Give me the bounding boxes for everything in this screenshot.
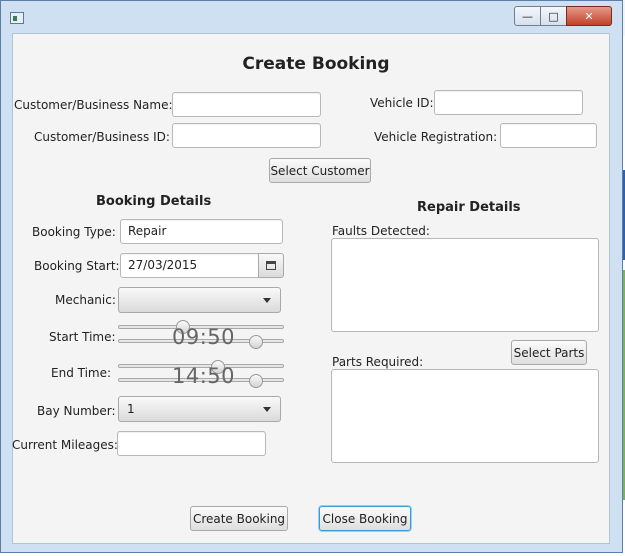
start-time-label: Start Time:	[49, 330, 116, 344]
vehicle-registration-input[interactable]	[500, 123, 597, 148]
booking-type-input[interactable]: Repair	[120, 219, 283, 244]
close-icon: ✕	[584, 9, 594, 23]
vehicle-id-input[interactable]	[434, 90, 583, 115]
minimize-icon: —	[522, 9, 533, 23]
booking-details-heading: Booking Details	[96, 194, 212, 209]
faults-detected-label: Faults Detected:	[332, 224, 430, 238]
faults-detected-textarea[interactable]	[331, 238, 599, 332]
booking-start-date-input[interactable]: 27/03/2015	[120, 253, 259, 278]
start-minute-slider-thumb[interactable]	[249, 335, 263, 349]
end-time-value: 14:50	[172, 364, 236, 388]
customer-name-input[interactable]	[172, 92, 321, 117]
bay-number-value: 1	[127, 402, 135, 416]
mechanic-select[interactable]	[118, 287, 281, 313]
page-title: Create Booking	[242, 54, 390, 74]
parts-required-textarea[interactable]	[331, 369, 599, 463]
parts-required-label: Parts Required:	[332, 355, 424, 369]
repair-details-heading: Repair Details	[417, 200, 521, 215]
bay-number-select[interactable]: 1	[118, 396, 281, 422]
chevron-down-icon	[263, 407, 271, 412]
minimize-button[interactable]: —	[514, 6, 541, 26]
start-time-value: 09:50	[172, 325, 236, 349]
customer-id-input[interactable]	[172, 123, 321, 148]
vehicle-registration-label: Vehicle Registration:	[374, 130, 498, 144]
end-time-label: End Time:	[51, 366, 112, 380]
current-mileage-label: Current Mileages:	[12, 438, 118, 452]
select-parts-button[interactable]: Select Parts	[511, 340, 587, 365]
customer-name-label: Customer/Business Name:	[14, 98, 173, 112]
booking-type-label: Booking Type:	[32, 225, 116, 239]
current-mileage-input[interactable]	[117, 431, 266, 456]
select-customer-button[interactable]: Select Customer	[269, 158, 371, 183]
bay-number-label: Bay Number:	[37, 404, 116, 418]
customer-id-label: Customer/Business ID:	[34, 130, 170, 144]
close-window-button[interactable]: ✕	[566, 6, 612, 26]
app-icon	[10, 12, 24, 24]
chevron-down-icon	[263, 298, 271, 303]
date-picker-button[interactable]	[258, 253, 284, 278]
maximize-button[interactable]: □	[540, 6, 567, 26]
maximize-icon: □	[548, 9, 559, 23]
booking-start-label: Booking Start:	[34, 259, 120, 273]
close-booking-button[interactable]: Close Booking	[319, 506, 411, 531]
calendar-icon	[266, 261, 276, 270]
end-minute-slider-thumb[interactable]	[249, 374, 263, 388]
mechanic-label: Mechanic:	[55, 293, 116, 307]
create-booking-button[interactable]: Create Booking	[190, 506, 288, 531]
vehicle-id-label: Vehicle ID:	[370, 96, 434, 110]
